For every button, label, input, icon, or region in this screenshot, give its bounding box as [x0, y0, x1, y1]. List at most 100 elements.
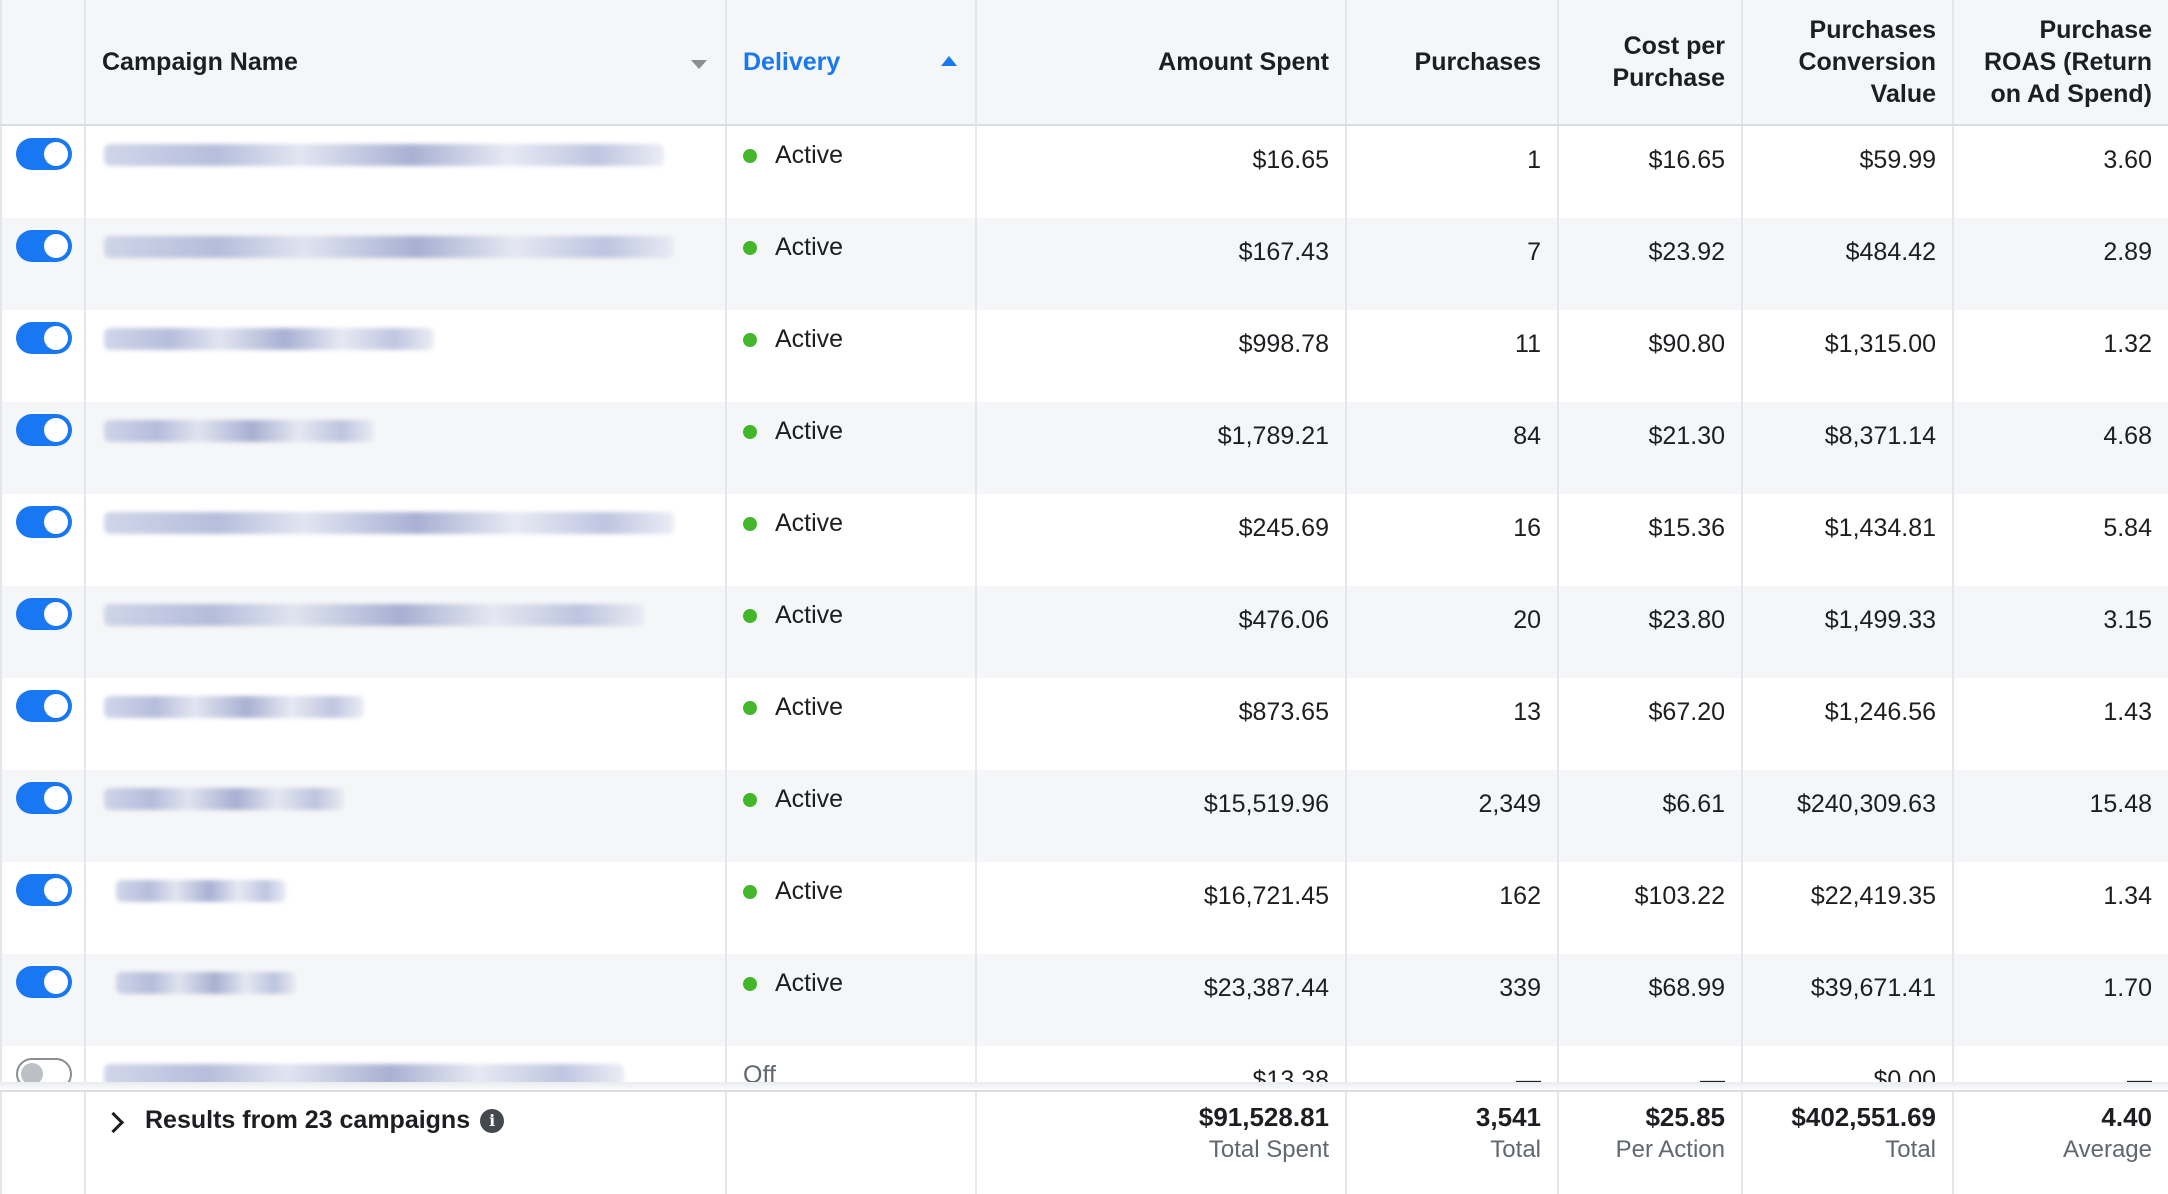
column-header-campaign-name[interactable]: Campaign Name — [86, 0, 727, 124]
status-dot-icon — [743, 884, 757, 899]
campaign-toggle[interactable] — [16, 690, 72, 722]
conversion-value-value: $22,419.35 — [1810, 882, 1936, 910]
campaign-toggle[interactable] — [16, 966, 72, 998]
delivery-status: Active — [743, 601, 843, 630]
cost-per-purchase-value: $15.36 — [1648, 514, 1725, 542]
campaign-name-header-label: Campaign Name — [102, 48, 298, 76]
roas-average: 4.40 Average — [2063, 1102, 2152, 1163]
cost-per-purchase-total: $25.85 Per Action — [1559, 1092, 1743, 1194]
amount-spent-value: $16,721.45 — [1203, 882, 1329, 910]
table-header: Campaign Name Delivery Amount Spent Purc… — [0, 0, 2168, 126]
campaign-name-redacted[interactable] — [104, 328, 434, 350]
cost-per-purchase-value: $90.80 — [1648, 330, 1725, 358]
campaign-name-redacted[interactable] — [116, 972, 296, 994]
cost-per-purchase-header-line1: Cost per — [1623, 32, 1725, 60]
campaign-toggle[interactable] — [16, 782, 72, 814]
column-header-cost-per-purchase[interactable]: Cost per Purchase — [1559, 0, 1743, 124]
roas-value: 1.34 — [2103, 882, 2152, 910]
conversion-value-total: $402,551.69 Total — [1743, 1092, 1954, 1194]
column-header-roas[interactable]: Purchase ROAS (Return on Ad Spend) — [1954, 0, 2168, 124]
table-row[interactable]: Active $476.06 20 $23.80 $1,499.33 3.15 — [0, 586, 2168, 678]
conversion-value-value: $59.99 — [1859, 146, 1936, 174]
cost-per-purchase-value: $23.80 — [1648, 606, 1725, 634]
roas-value: 3.60 — [2103, 146, 2152, 174]
column-header-conversion-value[interactable]: Purchases Conversion Value — [1743, 0, 1954, 124]
campaign-name-redacted[interactable] — [104, 788, 344, 810]
table-row[interactable]: Active $1,789.21 84 $21.30 $8,371.14 4.6… — [0, 402, 2168, 494]
table-row[interactable]: Active $873.65 13 $67.20 $1,246.56 1.43 — [0, 678, 2168, 770]
campaign-name-redacted[interactable] — [104, 420, 374, 442]
sort-ascending-icon[interactable] — [941, 56, 957, 66]
table-footer: Results from 23 campaigns i $91,528.81 T… — [0, 1090, 2168, 1194]
campaign-toggle[interactable] — [16, 874, 72, 906]
conversion-value-value: $240,309.63 — [1796, 790, 1936, 818]
table-row[interactable]: Active $167.43 7 $23.92 $484.42 2.89 — [0, 218, 2168, 310]
cost-per-purchase-value: $103.22 — [1634, 882, 1725, 910]
delivery-header-label: Delivery — [743, 48, 841, 76]
cost-per-purchase-header-line2: Purchase — [1612, 64, 1725, 92]
conversion-value-value: $1,499.33 — [1824, 606, 1936, 634]
campaign-name-redacted[interactable] — [104, 512, 674, 534]
chevron-right-icon[interactable] — [102, 1111, 125, 1134]
campaign-name-redacted[interactable] — [116, 880, 286, 902]
campaign-name-redacted[interactable] — [104, 144, 664, 166]
results-label: Results from 23 campaigns — [145, 1106, 471, 1134]
roas-value: 1.70 — [2103, 974, 2152, 1002]
roas-value: 2.89 — [2103, 238, 2152, 266]
amount-spent-value: $476.06 — [1238, 606, 1329, 634]
table-row[interactable]: Active $23,387.44 339 $68.99 $39,671.41 … — [0, 954, 2168, 1046]
campaign-name-redacted[interactable] — [104, 236, 674, 258]
status-dot-icon — [743, 424, 757, 439]
purchases-value: 2,349 — [1478, 790, 1541, 818]
status-dot-icon — [743, 148, 757, 163]
amount-spent-value: $245.69 — [1238, 514, 1329, 542]
delivery-status: Active — [743, 233, 843, 262]
cost-per-purchase-value: $16.65 — [1648, 146, 1725, 174]
sort-menu-icon[interactable] — [691, 59, 707, 69]
campaign-toggle[interactable] — [16, 322, 72, 354]
campaign-name-redacted[interactable] — [104, 604, 644, 626]
amount-spent-value: $873.65 — [1238, 698, 1329, 726]
status-dot-icon — [743, 332, 757, 347]
roas-value: 1.32 — [2103, 330, 2152, 358]
info-icon[interactable]: i — [480, 1108, 505, 1133]
campaign-toggle[interactable] — [16, 598, 72, 630]
delivery-status: Active — [743, 785, 843, 814]
purchases-value: 7 — [1527, 238, 1541, 266]
cost-per-purchase-value: $23.92 — [1648, 238, 1725, 266]
roas-value: 4.68 — [2103, 422, 2152, 450]
column-header-delivery[interactable]: Delivery — [727, 0, 977, 124]
cost-per-purchase-value: $21.30 — [1648, 422, 1725, 450]
campaign-toggle[interactable] — [16, 138, 72, 170]
roas-value: 1.43 — [2103, 698, 2152, 726]
amount-spent-total: $91,528.81 Total Spent — [977, 1092, 1347, 1194]
table-row[interactable]: Active $16.65 1 $16.65 $59.99 3.60 — [0, 126, 2168, 218]
column-header-amount-spent[interactable]: Amount Spent — [977, 0, 1347, 124]
amount-spent-value: $23,387.44 — [1203, 974, 1329, 1002]
purchases-value: 16 — [1513, 514, 1541, 542]
table-row[interactable]: Active $245.69 16 $15.36 $1,434.81 5.84 — [0, 494, 2168, 586]
delivery-status: Active — [743, 417, 843, 446]
campaign-toggle[interactable] — [16, 506, 72, 538]
table-row[interactable]: Active $16,721.45 162 $103.22 $22,419.35… — [0, 862, 2168, 954]
status-dot-icon — [743, 240, 757, 255]
column-header-purchases[interactable]: Purchases — [1347, 0, 1559, 124]
delivery-status: Active — [743, 693, 843, 722]
conversion-value-value: $1,315.00 — [1824, 330, 1936, 358]
amount-spent-value: $15,519.96 — [1203, 790, 1329, 818]
purchases-value: 1 — [1527, 146, 1541, 174]
conversion-value-value: $1,434.81 — [1824, 514, 1936, 542]
purchases-value: 20 — [1513, 606, 1541, 634]
delivery-status: Active — [743, 141, 843, 170]
purchases-value: 339 — [1499, 974, 1541, 1002]
conversion-value-value: $1,246.56 — [1824, 698, 1936, 726]
campaign-toggle[interactable] — [16, 230, 72, 262]
results-summary[interactable]: Results from 23 campaigns i — [86, 1092, 727, 1194]
campaign-toggle[interactable] — [16, 414, 72, 446]
roas-value: 3.15 — [2103, 606, 2152, 634]
status-dot-icon — [743, 608, 757, 623]
conversion-value-value: $484.42 — [1845, 238, 1936, 266]
table-row[interactable]: Active $15,519.96 2,349 $6.61 $240,309.6… — [0, 770, 2168, 862]
campaign-name-redacted[interactable] — [104, 696, 364, 718]
table-row[interactable]: Active $998.78 11 $90.80 $1,315.00 1.32 — [0, 310, 2168, 402]
